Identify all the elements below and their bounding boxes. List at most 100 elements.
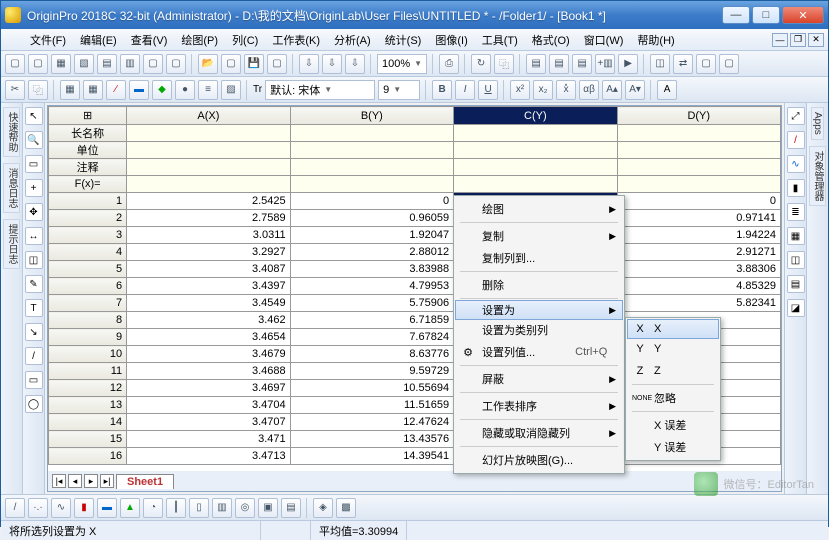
row-head[interactable]: 11: [49, 363, 127, 380]
cell[interactable]: 14.39541: [290, 448, 453, 465]
stack-plot-button[interactable]: ≣: [787, 203, 805, 221]
font-select[interactable]: 默认: 宋体▼: [265, 80, 375, 100]
menu-analysis[interactable]: 分析(A): [327, 30, 378, 50]
digitizer-button[interactable]: ◫: [650, 54, 670, 74]
row-head[interactable]: 15: [49, 431, 127, 448]
new-graph-button[interactable]: ▧: [74, 54, 94, 74]
cell[interactable]: 0: [290, 193, 453, 210]
cell[interactable]: 2.91271: [617, 244, 780, 261]
add-layer-button[interactable]: ▦: [787, 227, 805, 245]
underline-button[interactable]: U: [478, 80, 498, 100]
row-head[interactable]: 1: [49, 193, 127, 210]
import-single-button[interactable]: ⇩: [322, 54, 342, 74]
hist-button[interactable]: ▥: [212, 498, 232, 518]
cell[interactable]: 8.63776: [290, 346, 453, 363]
recalculate-button[interactable]: ▶: [618, 54, 638, 74]
cell[interactable]: 5.75906: [290, 295, 453, 312]
cell[interactable]: 9.59729: [290, 363, 453, 380]
col-head-b[interactable]: B(Y): [290, 107, 453, 125]
row-units[interactable]: 单位: [49, 142, 127, 159]
save-template-button[interactable]: ▢: [267, 54, 287, 74]
menu-image[interactable]: 图像(I): [428, 30, 474, 50]
mask-range-button[interactable]: ▦: [83, 80, 103, 100]
ctx-copy[interactable]: 复制: [456, 225, 622, 247]
close-button[interactable]: ✕: [782, 6, 824, 24]
mask-tool-button[interactable]: ▦: [60, 80, 80, 100]
draw-data-tool[interactable]: ✎: [25, 275, 43, 293]
line-plot-button[interactable]: /: [787, 131, 805, 149]
cell[interactable]: 3.4397: [127, 278, 290, 295]
cell[interactable]: 3.83988: [290, 261, 453, 278]
ctx-set-as-category[interactable]: 设置为类别列: [456, 319, 622, 341]
maximize-button[interactable]: □: [752, 6, 780, 24]
rect-tool[interactable]: ▭: [25, 371, 43, 389]
row-head[interactable]: 6: [49, 278, 127, 295]
3dbar-button[interactable]: ▣: [258, 498, 278, 518]
ctx-delete[interactable]: 删除: [456, 274, 622, 296]
contour-button[interactable]: ◎: [235, 498, 255, 518]
corner-cell[interactable]: ⊞: [49, 107, 127, 125]
row-head[interactable]: 7: [49, 295, 127, 312]
new-folder-button[interactable]: ▢: [28, 54, 48, 74]
cell[interactable]: 3.471: [127, 431, 290, 448]
panel-hintlog[interactable]: 提示日志: [3, 219, 20, 269]
cell[interactable]: 1.94224: [617, 227, 780, 244]
extract-button[interactable]: ▤: [787, 275, 805, 293]
line-color-button[interactable]: ∕: [106, 80, 126, 100]
menu-plot[interactable]: 绘图(P): [174, 30, 225, 50]
row-fx[interactable]: F(x)=: [49, 176, 127, 193]
video-button[interactable]: ▢: [719, 54, 739, 74]
stock-button[interactable]: ┃: [166, 498, 186, 518]
cell[interactable]: 3.88306: [617, 261, 780, 278]
code-builder-button[interactable]: ▤: [572, 54, 592, 74]
row-head[interactable]: 8: [49, 312, 127, 329]
symbol-color-button[interactable]: ◆: [152, 80, 172, 100]
font-color-button[interactable]: A: [657, 80, 677, 100]
cell[interactable]: 7.67824: [290, 329, 453, 346]
add-column-button[interactable]: +▥: [595, 54, 615, 74]
cell[interactable]: 0: [617, 193, 780, 210]
arrow-tool[interactable]: ↘: [25, 323, 43, 341]
tab-next-button[interactable]: ▸: [84, 474, 98, 488]
greek-button[interactable]: αβ: [579, 80, 599, 100]
3d-surface-button[interactable]: ▩: [336, 498, 356, 518]
ctx-mask[interactable]: 屏蔽: [456, 368, 622, 390]
fill-color-button[interactable]: ▬: [129, 80, 149, 100]
menu-edit[interactable]: 编辑(E): [73, 30, 124, 50]
mdi-close-button[interactable]: ✕: [808, 33, 824, 47]
row-head[interactable]: 13: [49, 397, 127, 414]
col-head-d[interactable]: D(Y): [617, 107, 780, 125]
row-longname[interactable]: 长名称: [49, 125, 127, 142]
screen-reader-tool[interactable]: ✥: [25, 203, 43, 221]
pointer-tool[interactable]: ↖: [25, 107, 43, 125]
new-layout-button[interactable]: ▢: [143, 54, 163, 74]
tab-first-button[interactable]: |◂: [52, 474, 66, 488]
save-button[interactable]: 💾: [244, 54, 264, 74]
import-wizard-button[interactable]: ⇩: [299, 54, 319, 74]
new-notes-button[interactable]: ▢: [166, 54, 186, 74]
sub-x[interactable]: XX: [627, 319, 719, 339]
italic-button[interactable]: I: [455, 80, 475, 100]
row-comments[interactable]: 注释: [49, 159, 127, 176]
sub-y[interactable]: YY: [628, 338, 718, 360]
cell[interactable]: 3.0311: [127, 227, 290, 244]
sub-yerr[interactable]: Y 误差: [628, 436, 718, 458]
row-head[interactable]: 2: [49, 210, 127, 227]
box-button[interactable]: ▯: [189, 498, 209, 518]
data-selector-tool[interactable]: ↔: [25, 227, 43, 245]
new-matrix-button[interactable]: ▤: [97, 54, 117, 74]
superscript-button[interactable]: x²: [510, 80, 530, 100]
new-excel-button[interactable]: ▥: [120, 54, 140, 74]
menu-format[interactable]: 格式(O): [525, 30, 577, 50]
cell[interactable]: 3.4679: [127, 346, 290, 363]
bold-button[interactable]: B: [432, 80, 452, 100]
refresh-button[interactable]: ↻: [471, 54, 491, 74]
mdi-minimize-button[interactable]: —: [772, 33, 788, 47]
panel-objectmanager[interactable]: 对象管理器: [809, 146, 826, 206]
menu-view[interactable]: 查看(V): [124, 30, 175, 50]
scatter-button[interactable]: ·.·: [28, 498, 48, 518]
subscript-button[interactable]: x₂: [533, 80, 553, 100]
new-project-button[interactable]: ▢: [5, 54, 25, 74]
rescale-button[interactable]: ⤢: [787, 107, 805, 125]
cell[interactable]: 3.4688: [127, 363, 290, 380]
